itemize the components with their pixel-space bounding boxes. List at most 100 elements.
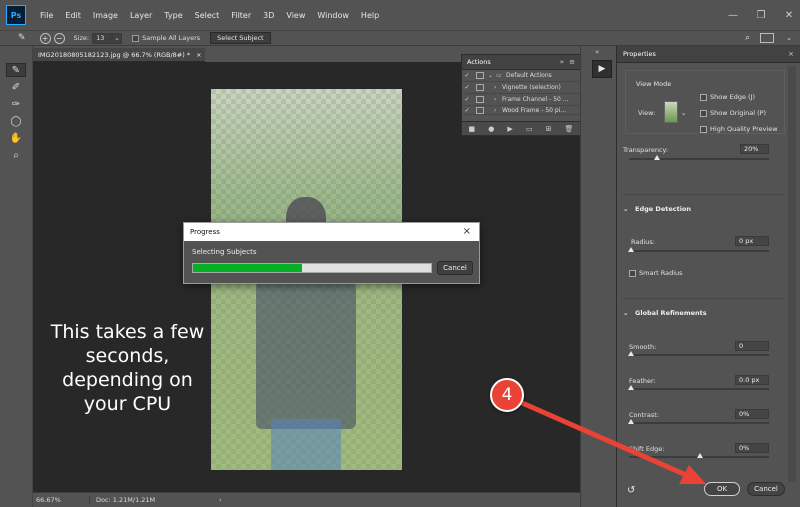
properties-title[interactable]: Properties: [623, 50, 656, 58]
action-row[interactable]: ✓ ⌄ ▭ Default Actions: [462, 70, 580, 82]
menu-layer[interactable]: Layer: [124, 11, 158, 20]
expand-icon[interactable]: ›: [494, 96, 502, 103]
new-action-icon[interactable]: ⊞: [546, 125, 552, 133]
menu-type[interactable]: Type: [158, 11, 188, 20]
feather-input[interactable]: 0.0 px: [735, 375, 769, 385]
actions-panel-title[interactable]: Actions: [467, 58, 491, 66]
ok-button[interactable]: OK: [704, 482, 740, 496]
action-row[interactable]: ✓ › Vignette (selection): [462, 82, 580, 94]
show-original-checkbox[interactable]: Show Original (P): [700, 109, 766, 117]
global-refinements-heading[interactable]: Global Refinements: [635, 309, 707, 317]
zoom-level[interactable]: 66.67%: [36, 496, 81, 504]
checkbox-box[interactable]: [629, 269, 636, 277]
select-subject-button[interactable]: Select Subject: [210, 32, 271, 44]
radius-input[interactable]: 0 px: [735, 236, 769, 246]
checkbox-box[interactable]: [700, 125, 707, 133]
menu-filter[interactable]: Filter: [225, 11, 257, 20]
chevron-down-icon[interactable]: ⌄: [681, 109, 686, 117]
status-menu-arrow-icon[interactable]: ›: [219, 496, 222, 504]
new-set-icon[interactable]: ▭: [526, 125, 533, 133]
menu-edit[interactable]: Edit: [59, 11, 87, 20]
global-refinements-toggle-icon[interactable]: ⌄: [623, 309, 628, 317]
action-row[interactable]: ✓ › Wood Frame - 50 pi...: [462, 106, 580, 115]
zoom-tool-icon[interactable]: ⌕: [6, 148, 26, 162]
maximize-icon[interactable]: ❐: [750, 6, 772, 24]
add-to-selection-icon[interactable]: +: [39, 32, 51, 44]
menu-file[interactable]: File: [34, 11, 59, 20]
quick-selection-tool-icon[interactable]: ✎: [6, 63, 26, 77]
contrast-slider[interactable]: [629, 422, 769, 424]
actions-dock-icon[interactable]: ▶: [592, 60, 612, 78]
size-input[interactable]: 13: [92, 32, 113, 44]
high-quality-preview-checkbox[interactable]: High Quality Preview: [700, 125, 778, 133]
transparency-input[interactable]: 20%: [740, 144, 769, 154]
reset-icon[interactable]: ↺: [627, 485, 635, 496]
dialog-toggle-icon[interactable]: [476, 72, 484, 79]
cancel-button[interactable]: Cancel: [747, 482, 785, 496]
transparency-slider[interactable]: [629, 158, 769, 160]
play-icon[interactable]: ▶: [507, 125, 512, 133]
close-panel-icon[interactable]: ×: [788, 50, 794, 58]
subtract-from-selection-icon[interactable]: −: [53, 32, 65, 44]
properties-scrollbar[interactable]: [788, 66, 796, 482]
show-edge-checkbox[interactable]: Show Edge (J): [700, 93, 755, 101]
action-check[interactable]: ✓: [462, 84, 472, 91]
smooth-slider-thumb[interactable]: [628, 351, 634, 356]
panel-menu-icon[interactable]: ≡: [569, 58, 575, 66]
record-icon[interactable]: ●: [488, 125, 494, 133]
shift-edge-input[interactable]: 0%: [735, 443, 769, 453]
checkbox-box[interactable]: [132, 34, 140, 42]
dialog-toggle-icon[interactable]: [476, 84, 484, 91]
dialog-toggle-icon[interactable]: [476, 106, 484, 114]
edge-detection-heading[interactable]: Edge Detection: [635, 205, 691, 213]
contrast-input[interactable]: 0%: [735, 409, 769, 419]
shift-edge-slider-thumb[interactable]: [697, 453, 703, 458]
expand-icon[interactable]: ›: [494, 107, 502, 114]
expand-panels-icon[interactable]: «: [595, 48, 599, 56]
close-window-icon[interactable]: ✕: [778, 6, 800, 24]
collapse-panel-icon[interactable]: »: [560, 58, 564, 66]
edge-detection-toggle-icon[interactable]: ⌄: [623, 205, 628, 213]
radius-slider-thumb[interactable]: [628, 247, 634, 252]
feather-slider-thumb[interactable]: [628, 385, 634, 390]
action-check[interactable]: ✓: [462, 107, 472, 114]
menu-view[interactable]: View: [280, 11, 311, 20]
progress-cancel-button[interactable]: Cancel: [437, 261, 473, 275]
smooth-input[interactable]: 0: [735, 341, 769, 351]
menu-image[interactable]: Image: [87, 11, 124, 20]
radius-slider[interactable]: [629, 250, 769, 252]
smart-radius-checkbox[interactable]: Smart Radius: [629, 269, 683, 277]
document-tab[interactable]: IMG20180805182123.jpg @ 66.7% (RGB/8#) *…: [33, 48, 205, 62]
transparency-slider-thumb[interactable]: [654, 155, 660, 160]
chevron-down-icon[interactable]: ⌄: [112, 32, 123, 44]
stop-icon[interactable]: ■: [469, 125, 476, 133]
smooth-slider[interactable]: [629, 354, 769, 356]
action-check[interactable]: ✓: [462, 96, 472, 103]
menu-3d[interactable]: 3D: [257, 11, 280, 20]
menu-help[interactable]: Help: [355, 11, 385, 20]
chevron-down-icon[interactable]: ⌄: [786, 34, 792, 42]
close-icon[interactable]: ×: [463, 226, 471, 237]
feather-slider[interactable]: [629, 388, 769, 390]
menu-select[interactable]: Select: [189, 11, 226, 20]
brush-preset-icon[interactable]: ✎: [18, 33, 26, 43]
workspace-icon[interactable]: [760, 33, 774, 43]
trash-icon[interactable]: 🗑: [565, 125, 574, 133]
minimize-icon[interactable]: —: [722, 6, 744, 24]
dialog-toggle-icon[interactable]: [476, 96, 484, 103]
menu-window[interactable]: Window: [311, 11, 355, 20]
checkbox-box[interactable]: [700, 93, 707, 101]
brush-tool-icon[interactable]: ✐: [6, 80, 26, 94]
lasso-tool-icon[interactable]: ◯: [6, 114, 26, 128]
expand-icon[interactable]: ⌄: [488, 72, 496, 79]
close-tab-icon[interactable]: ×: [196, 51, 201, 59]
search-icon[interactable]: ⌕: [745, 33, 750, 43]
view-mode-thumbnail[interactable]: [664, 101, 678, 123]
checkbox-box[interactable]: [700, 109, 707, 117]
expand-icon[interactable]: ›: [494, 84, 502, 91]
action-check[interactable]: ✓: [462, 72, 472, 79]
contrast-slider-thumb[interactable]: [628, 419, 634, 424]
hand-tool-icon[interactable]: ✋: [6, 131, 26, 145]
refine-edge-brush-icon[interactable]: ✑: [6, 97, 26, 111]
action-row[interactable]: ✓ › Frame Channel - 50 ...: [462, 94, 580, 106]
